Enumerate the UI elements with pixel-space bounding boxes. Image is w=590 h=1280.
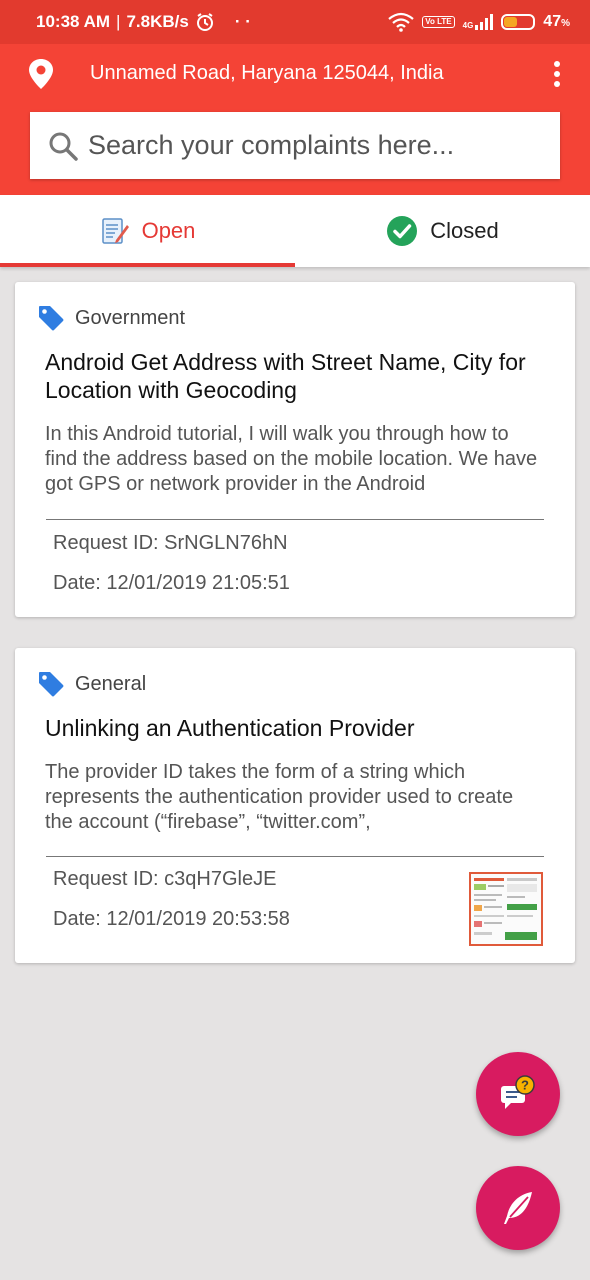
tag-icon <box>39 672 64 697</box>
complaint-description: In this Android tutorial, I will walk yo… <box>45 423 538 495</box>
tab-open[interactable]: Open <box>0 195 295 267</box>
category-row: General <box>37 670 146 698</box>
battery-value: 47 <box>543 13 562 30</box>
request-id: Request ID: SrNGLN76hN <box>53 532 288 554</box>
svg-text:?: ? <box>521 1078 529 1093</box>
divider <box>46 519 544 520</box>
alarm-icon <box>196 13 213 31</box>
overflow-menu-icon[interactable] <box>545 58 569 90</box>
battery-fill <box>504 17 518 27</box>
complaint-description: The provider ID takes the form of a stri… <box>45 761 514 833</box>
menu-dot <box>554 81 560 87</box>
complaint-card[interactable]: General Unlinking an Authentication Prov… <box>15 648 575 963</box>
new-complaint-button[interactable] <box>476 1166 560 1250</box>
tab-closed-label: Closed <box>430 218 499 243</box>
tab-closed[interactable]: Closed <box>295 195 590 267</box>
divider <box>46 856 544 857</box>
status-speed: 7.8KB/s <box>126 12 189 31</box>
attachment-thumbnail[interactable] <box>469 872 543 946</box>
app-header: Unnamed Road, Haryana 125044, India <box>0 44 590 195</box>
document-edit-icon <box>101 218 129 244</box>
wifi-icon <box>388 12 414 32</box>
location-address[interactable]: Unnamed Road, Haryana 125044, India <box>90 62 444 85</box>
status-bar: 10:38 AM | 7.8KB/s · · Vo LTE 4G 47% <box>0 0 590 44</box>
network-type: 4G <box>462 21 474 30</box>
complaint-card[interactable]: Government Android Get Address with Stre… <box>15 282 575 617</box>
check-circle-icon <box>387 216 418 246</box>
volte-badge: Vo LTE <box>422 16 455 28</box>
request-id: Request ID: c3qH7GleJE <box>53 868 277 890</box>
location-pin-icon[interactable] <box>28 58 54 90</box>
complaint-title: Android Get Address with Street Name, Ci… <box>45 349 526 403</box>
battery-icon <box>501 14 536 30</box>
tab-open-label: Open <box>141 218 196 243</box>
category-label: General <box>75 672 147 695</box>
signal-group: 4G <box>463 14 494 30</box>
feather-pen-icon <box>504 1192 532 1224</box>
search-input[interactable] <box>88 112 548 179</box>
complaint-date: Date: 12/01/2019 20:53:58 <box>53 908 290 930</box>
category-row: Government <box>37 304 185 332</box>
battery-percent: 47% <box>543 13 570 31</box>
help-chat-button[interactable]: ? <box>476 1052 560 1136</box>
search-icon <box>49 132 78 161</box>
status-time: 10:38 AM <box>36 12 111 31</box>
tab-bar: Open Closed <box>0 195 590 267</box>
category-label: Government <box>75 306 186 329</box>
status-right: Vo LTE 4G 47% <box>388 0 570 44</box>
chat-question-icon: ? <box>501 1075 535 1109</box>
status-left: 10:38 AM | 7.8KB/s · · <box>36 0 251 44</box>
menu-dot <box>554 71 560 77</box>
search-box[interactable] <box>30 112 560 179</box>
menu-dot <box>554 61 560 67</box>
signal-icon <box>475 14 494 30</box>
status-dots: · · <box>234 12 251 31</box>
screenshot-thumbnail-image <box>471 874 541 944</box>
complaint-title: Unlinking an Authentication Provider <box>45 715 415 741</box>
status-separator: | <box>116 12 121 31</box>
battery-unit: % <box>561 18 570 29</box>
tag-icon <box>39 306 64 331</box>
complaint-date: Date: 12/01/2019 21:05:51 <box>53 572 290 594</box>
tab-indicator <box>0 263 295 267</box>
